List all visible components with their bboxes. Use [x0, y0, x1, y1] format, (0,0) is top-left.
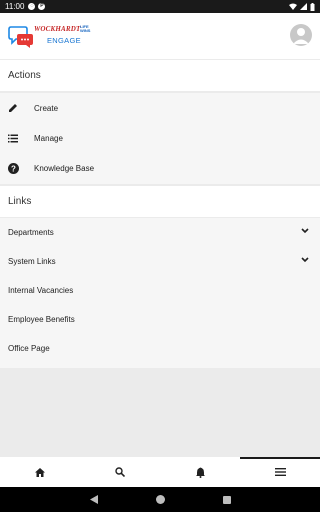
menu-icon: [274, 468, 286, 476]
status-time: 11:00: [5, 2, 25, 11]
tab-notifications[interactable]: [160, 457, 240, 487]
action-knowledge-base[interactable]: ? Knowledge Base: [0, 153, 320, 183]
bell-icon: [195, 467, 205, 478]
tab-menu[interactable]: [240, 457, 320, 487]
action-manage[interactable]: Manage: [0, 123, 320, 153]
svg-text:?: ?: [11, 164, 16, 173]
logo-tagline: LIFE WINS: [80, 24, 91, 33]
chevron-down-icon: [301, 228, 309, 234]
back-icon[interactable]: [89, 495, 98, 504]
status-bar: 11:00 ◌ P: [0, 0, 320, 13]
chat-bubbles-logo-icon: [8, 26, 33, 48]
tab-search[interactable]: [80, 457, 160, 487]
actions-section-title: Actions: [0, 60, 320, 91]
notification-icon: ◌: [28, 3, 36, 10]
logo-brand: WOCKHARDT: [34, 25, 81, 33]
help-circle-icon: ?: [8, 162, 19, 174]
link-departments-label: Departments: [8, 228, 54, 237]
action-knowledge-base-label: Knowledge Base: [34, 163, 95, 173]
search-icon: [115, 467, 125, 477]
action-create[interactable]: Create: [0, 93, 320, 123]
signal-icon: [300, 3, 307, 10]
action-create-label: Create: [34, 103, 59, 113]
avatar-icon[interactable]: [290, 24, 312, 46]
link-office-page-label: Office Page: [8, 344, 50, 353]
link-internal-vacancies-label: Internal Vacancies: [8, 286, 74, 295]
notification-icon-2: P: [38, 3, 46, 10]
home-icon: [35, 467, 45, 477]
list-icon: [8, 134, 18, 142]
link-employee-benefits[interactable]: Employee Benefits: [0, 305, 320, 334]
system-navigation-bar: [0, 487, 320, 512]
link-office-page[interactable]: Office Page: [0, 334, 320, 363]
recents-icon[interactable]: [222, 495, 231, 504]
tab-home[interactable]: [0, 457, 80, 487]
link-internal-vacancies[interactable]: Internal Vacancies: [0, 276, 320, 305]
action-manage-label: Manage: [34, 133, 63, 143]
links-section-title: Links: [0, 186, 320, 217]
app-logo: WOCKHARDT LIFE WINS ENGAGE: [8, 24, 108, 50]
chevron-down-icon: [301, 257, 309, 263]
home-circle-icon[interactable]: [155, 495, 165, 504]
link-employee-benefits-label: Employee Benefits: [8, 315, 75, 324]
actions-list: Create Manage ? Knowledge Base: [0, 93, 320, 184]
app-header: WOCKHARDT LIFE WINS ENGAGE: [0, 13, 320, 59]
link-departments[interactable]: Departments: [0, 218, 320, 247]
logo-product: ENGAGE: [47, 36, 81, 45]
pencil-icon: [9, 104, 17, 112]
link-system-links-label: System Links: [8, 257, 56, 266]
link-system-links[interactable]: System Links: [0, 247, 320, 276]
bottom-nav: [0, 457, 320, 487]
wifi-icon: [289, 3, 297, 10]
battery-icon: [310, 2, 315, 11]
links-list: Departments System Links Internal Vacanc…: [0, 218, 320, 368]
